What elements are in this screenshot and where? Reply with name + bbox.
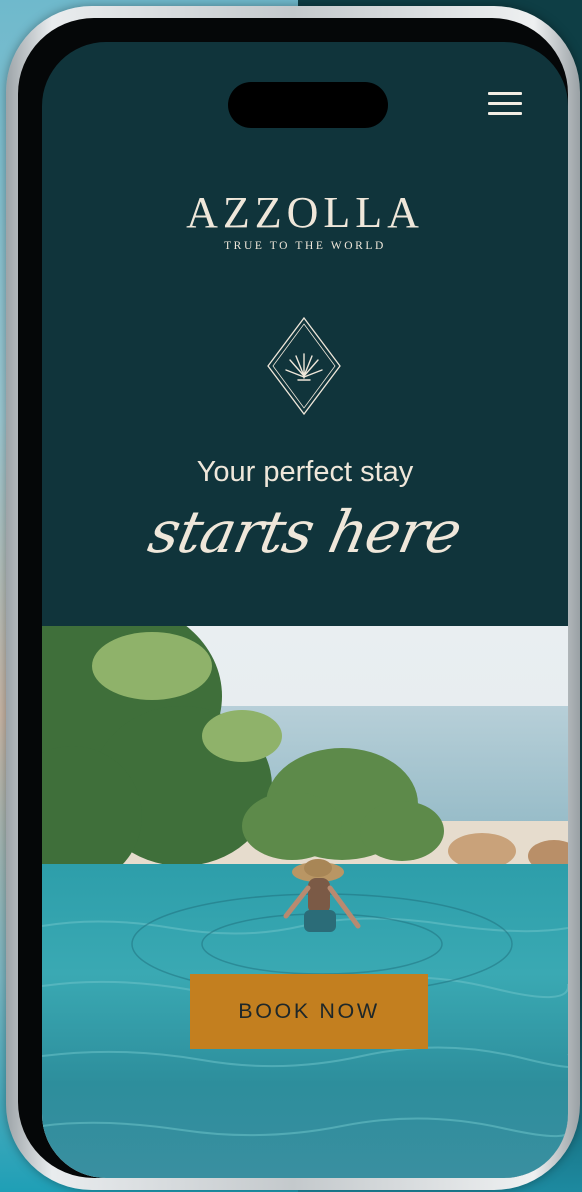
phone-bezel: AZZOLLA TRUE TO THE WORLD Your perfect s… (18, 18, 568, 1178)
leaf-diamond-emblem-icon (267, 316, 341, 416)
brand-name: AZZOLLA (186, 188, 424, 237)
dynamic-island (228, 82, 388, 128)
brand-tagline: TRUE TO THE WORLD (224, 240, 386, 252)
script-headline: starts here (142, 498, 468, 566)
hamburger-menu-icon[interactable] (488, 92, 522, 116)
device-backdrop: AZZOLLA TRUE TO THE WORLD Your perfect s… (0, 0, 582, 1192)
phone-screen: AZZOLLA TRUE TO THE WORLD Your perfect s… (42, 42, 568, 1178)
phone-frame: AZZOLLA TRUE TO THE WORLD Your perfect s… (6, 6, 580, 1190)
pool-beach-photo (42, 626, 568, 1178)
book-now-button[interactable]: BOOK NOW (190, 974, 428, 1049)
hero-image (42, 626, 568, 1178)
brand-logo[interactable]: AZZOLLA TRUE TO THE WORLD (42, 188, 568, 253)
